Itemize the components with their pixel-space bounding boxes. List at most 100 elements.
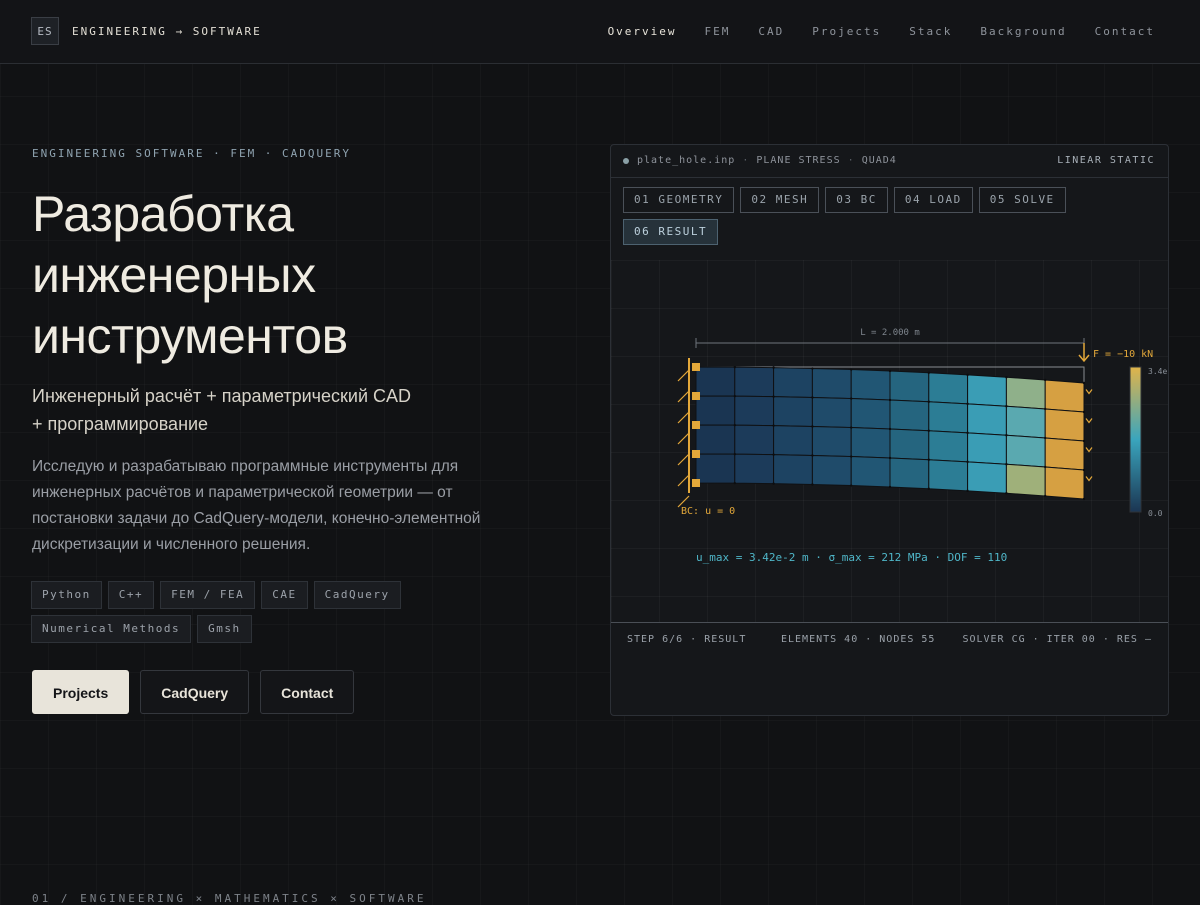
file-name: plate_hole.inp bbox=[637, 155, 736, 166]
hatch-line bbox=[677, 390, 690, 403]
fem-visualization: L = 2.000 m F = −10 kN BC: u = 0 3.4e 0.… bbox=[611, 260, 1168, 622]
mesh-node bbox=[888, 398, 892, 402]
cadquery-button[interactable]: CadQuery bbox=[140, 670, 250, 714]
colorbar-max: 3.4e bbox=[1148, 367, 1167, 376]
mesh-element bbox=[850, 456, 891, 488]
step-result[interactable]: 06 RESULT bbox=[623, 219, 719, 245]
hero-subtitle: Инженерный расчёт + параметрический CAD … bbox=[32, 382, 492, 438]
mesh-element bbox=[967, 374, 1007, 407]
hatch-line bbox=[677, 432, 690, 445]
hatch-line bbox=[677, 453, 690, 466]
hero-title-line: Разработка bbox=[32, 186, 294, 242]
tag-numerical-methods: Numerical Methods bbox=[31, 615, 192, 643]
mesh-node bbox=[966, 402, 969, 406]
mesh-element bbox=[1044, 466, 1085, 500]
mesh-node bbox=[888, 369, 892, 373]
mesh-element bbox=[734, 395, 775, 427]
mesh-node bbox=[811, 367, 814, 370]
mesh-node bbox=[927, 371, 930, 374]
result-summary: u_max = 3.42e-2 m · σ_max = 212 MPa · DO… bbox=[696, 551, 1007, 564]
hero-title-line: инженерных bbox=[32, 247, 316, 303]
mesh-node bbox=[927, 458, 930, 461]
footer-step: STEP 6/6 · RESULT bbox=[627, 634, 747, 645]
mesh-node bbox=[1082, 497, 1086, 501]
mesh-element bbox=[967, 432, 1007, 465]
mesh-element bbox=[1044, 379, 1085, 413]
nav-link-projects[interactable]: Projects bbox=[812, 25, 881, 38]
nav-link-overview[interactable]: Overview bbox=[608, 25, 677, 38]
hero-description: Исследую и разрабатываю программные инст… bbox=[32, 458, 481, 553]
mesh-node bbox=[772, 366, 775, 369]
mesh-element bbox=[695, 424, 736, 455]
logo-text[interactable]: ENGINEERING → SOFTWARE bbox=[72, 25, 262, 38]
mesh-element bbox=[889, 370, 930, 403]
mesh-node bbox=[733, 423, 736, 427]
hatch-line bbox=[677, 369, 690, 382]
mesh-node bbox=[733, 452, 736, 456]
mesh-node bbox=[733, 394, 736, 398]
step-mesh[interactable]: 02 MESH bbox=[740, 187, 820, 213]
mesh-node bbox=[966, 431, 969, 435]
mesh-node bbox=[850, 368, 853, 371]
nav-link-background[interactable]: Background bbox=[980, 25, 1066, 38]
step-load[interactable]: 04 LOAD bbox=[893, 187, 973, 213]
nav-link-cad[interactable]: CAD bbox=[758, 25, 784, 38]
mesh-element bbox=[928, 401, 969, 434]
mesh-node bbox=[811, 425, 814, 428]
colorbar-min: 0.0 bbox=[1148, 509, 1163, 518]
mesh-node bbox=[1044, 494, 1047, 498]
mesh-node bbox=[966, 489, 969, 493]
hero-subtitle-line: + программирование bbox=[32, 414, 209, 434]
nav-link-contact[interactable]: Contact bbox=[1095, 25, 1155, 38]
hero-title: Разработка инженерных инструментов bbox=[32, 184, 552, 367]
step-geometry[interactable]: 01 GEOMETRY bbox=[623, 187, 735, 213]
mesh-element bbox=[850, 369, 891, 401]
mesh-node bbox=[850, 426, 853, 429]
panel-file-info: plate_hole.inp · PLANE STRESS · QUAD4 bbox=[637, 155, 897, 166]
mesh-element bbox=[928, 372, 969, 405]
mesh-node bbox=[1044, 465, 1047, 469]
top-nav: ES ENGINEERING → SOFTWARE Overview FEM C… bbox=[0, 0, 1200, 64]
length-dimension-label: L = 2.000 m bbox=[860, 328, 920, 338]
mesh-node bbox=[888, 427, 892, 431]
bc-label: BC: u = 0 bbox=[681, 506, 735, 517]
mesh-node bbox=[927, 487, 930, 490]
mesh-node bbox=[811, 396, 814, 399]
tag-gmsh: Gmsh bbox=[197, 615, 252, 643]
tag-python: Python bbox=[31, 581, 102, 609]
element-type: QUAD4 bbox=[861, 155, 897, 166]
mesh-element bbox=[1005, 434, 1046, 468]
nav-link-fem[interactable]: FEM bbox=[705, 25, 731, 38]
nav-link-stack[interactable]: Stack bbox=[909, 25, 952, 38]
mesh-element bbox=[734, 366, 775, 398]
mesh-node bbox=[1005, 434, 1008, 437]
mesh-element bbox=[967, 403, 1007, 436]
load-arrows bbox=[1085, 389, 1093, 482]
analysis-mode: PLANE STRESS bbox=[756, 155, 841, 166]
contact-button[interactable]: Contact bbox=[260, 670, 355, 714]
mesh-element bbox=[811, 454, 852, 487]
footer-solver: SOLVER CG · ITER 00 · RES — bbox=[962, 634, 1152, 645]
projects-button[interactable]: Projects bbox=[32, 670, 130, 714]
mesh-node bbox=[1005, 405, 1008, 408]
mesh-node bbox=[772, 453, 775, 456]
logo-mark[interactable]: ES bbox=[31, 17, 59, 45]
mesh-element bbox=[967, 461, 1007, 494]
mesh-node bbox=[1082, 410, 1086, 414]
mesh-element bbox=[811, 367, 852, 400]
load-arrow bbox=[1085, 447, 1093, 453]
tag-fem: FEM / FEA bbox=[160, 581, 256, 609]
hatch-line bbox=[677, 474, 690, 487]
panel-header: plate_hole.inp · PLANE STRESS · QUAD4 LI… bbox=[611, 145, 1168, 178]
mesh-element bbox=[695, 395, 736, 426]
mesh-node bbox=[1044, 407, 1047, 411]
step-bc[interactable]: 03 BC bbox=[825, 187, 888, 213]
mesh-node bbox=[1082, 381, 1086, 385]
mesh-element bbox=[1005, 376, 1046, 410]
mesh-node bbox=[733, 481, 736, 485]
step-solve[interactable]: 05 SOLVE bbox=[978, 187, 1066, 213]
tag-cpp: C++ bbox=[107, 581, 155, 609]
mesh-node bbox=[772, 482, 775, 485]
hero-buttons: Projects CadQuery Contact bbox=[32, 670, 355, 714]
mesh-element bbox=[773, 454, 813, 485]
